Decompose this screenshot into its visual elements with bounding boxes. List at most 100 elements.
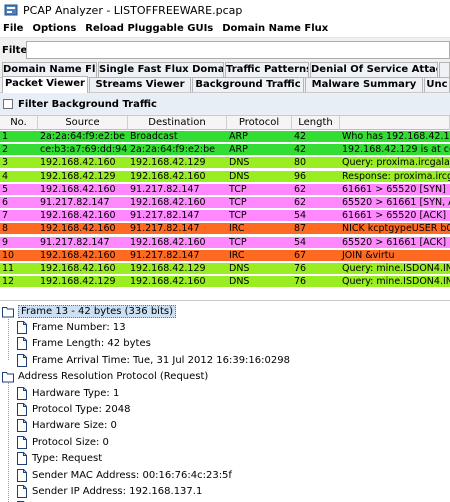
cell-info: Query: proxima.ircgalaxy.p <box>342 157 450 169</box>
table-row[interactable]: 6 91.217.82.147 192.168.42.160 TCP 62 65520 >… <box>0 197 450 209</box>
tree-leaf-node[interactable]: Hardware Size: 0 <box>16 418 117 434</box>
tab-unc[interactable]: Unc <box>424 77 450 92</box>
table-row[interactable]: 10 192.168.42.160 91.217.82.147 IRC 67 JOIN &… <box>0 249 450 262</box>
cell-source: 192.168.42.129 <box>40 276 116 288</box>
tree-leaf-node[interactable]: Protocol Type: 2048 <box>16 401 130 417</box>
cell-length: 76 <box>294 276 307 288</box>
filter-input[interactable] <box>26 41 450 59</box>
column-header-destination[interactable]: Destination <box>128 116 227 130</box>
table-row[interactable]: 2 ce:b3:a7:69:dd:94 2a:2a:64:f9:e2:be ARP 42… <box>0 144 450 157</box>
cell-length: 42 <box>294 131 307 142</box>
file-icon <box>16 468 28 482</box>
folder-icon <box>2 370 14 383</box>
cell-protocol: DNS <box>229 263 250 274</box>
cell-source: 192.168.42.160 <box>40 249 116 261</box>
cell-info: 192.168.42.129 is at ce:b3 <box>342 144 450 156</box>
cell-info: Query: mine.ISDON4.INF <box>342 276 450 288</box>
tree-leaf-node[interactable]: Frame Arrival Time: Tue, 31 Jul 2012 16:… <box>16 352 290 368</box>
cell-length: 76 <box>294 263 307 274</box>
column-header-no[interactable]: No. <box>0 116 38 130</box>
menu-bar: File Options Reload Pluggable GUIs Domai… <box>0 20 450 38</box>
cell-source: 192.168.42.160 <box>40 157 116 169</box>
column-header-length[interactable]: Length <box>292 116 340 130</box>
cell-source: 192.168.42.160 <box>40 223 116 235</box>
column-header-protocol[interactable]: Protocol <box>227 116 292 130</box>
cell-source: 192.168.42.160 <box>40 183 116 195</box>
table-row[interactable]: 9 91.217.82.147 192.168.42.160 TCP 54 65520 >… <box>0 236 450 249</box>
tree-node-label: Frame Number: 13 <box>32 321 126 333</box>
tree-connector-line <box>8 382 9 502</box>
tab-single-fast-flux-domains[interactable]: Single Fast Flux Domains <box>98 62 224 77</box>
file-icon <box>16 386 28 400</box>
table-row[interactable]: 3 192.168.42.160 192.168.42.129 DNS 80 Query:… <box>0 157 450 170</box>
background-filter-label[interactable]: Filter Background Traffic <box>18 99 157 110</box>
tree-node-label: Hardware Size: 0 <box>32 420 117 432</box>
table-row[interactable]: 4 192.168.42.129 192.168.42.160 DNS 96 Respon… <box>0 170 450 183</box>
background-filter-bar: Filter Background Traffic <box>0 94 450 114</box>
table-row[interactable]: 5 192.168.42.160 91.217.82.147 TCP 62 61661 >… <box>0 183 450 196</box>
file-icon <box>16 402 28 416</box>
menu-reload-pluggable-guis[interactable]: Reload Pluggable GUIs <box>82 23 219 34</box>
column-header-source[interactable]: Source <box>38 116 128 130</box>
table-row[interactable]: 8 192.168.42.160 91.217.82.147 IRC 87 NICK kc… <box>0 223 450 236</box>
tree-leaf-node[interactable]: Protocol Size: 0 <box>16 434 109 450</box>
checkbox-icon[interactable] <box>3 99 13 109</box>
cell-protocol: DNS <box>229 157 250 169</box>
cell-source: 2a:2a:64:f9:e2:be <box>40 131 125 142</box>
cell-protocol: IRC <box>229 249 245 261</box>
cell-no: 4 <box>2 170 9 182</box>
tab-packet-viewer[interactable]: Packet Viewer <box>2 76 88 93</box>
cell-length: 54 <box>294 210 307 222</box>
cell-protocol: DNS <box>229 276 250 288</box>
table-row[interactable]: 12 192.168.42.129 192.168.42.160 DNS 76 Query… <box>0 276 450 289</box>
tab-domain-name-flux[interactable]: Domain Name Flux <box>2 62 97 77</box>
cell-no: 1 <box>2 131 9 142</box>
tab-traffic-patterns[interactable]: Traffic Patterns <box>225 62 309 77</box>
column-header-info[interactable] <box>340 116 450 130</box>
cell-destination: 192.168.42.160 <box>130 170 206 182</box>
tab-denial-of-service-attacks[interactable]: Denial Of Service Attacks <box>310 62 438 77</box>
cell-protocol: ARP <box>229 131 248 142</box>
file-icon <box>16 337 28 351</box>
tab-streams-viewer[interactable]: Streams Viewer <box>89 77 191 92</box>
cell-info: JOIN &virtu <box>342 249 395 261</box>
tab-malware-summary[interactable]: Malware Summary <box>305 77 423 92</box>
tree-leaf-node[interactable]: Sender MAC Address: 00:16:76:4c:23:5f <box>16 467 232 483</box>
cell-protocol: IRC <box>229 223 245 235</box>
tree-node-label: Protocol Type: 2048 <box>32 403 131 415</box>
cell-destination: 91.217.82.147 <box>130 223 200 235</box>
cell-info: 65520 > 61661 [SYN, ACK <box>342 197 450 208</box>
cell-destination: 192.168.42.160 <box>130 276 206 288</box>
cell-info: 61661 > 65520 [ACK] <box>342 210 447 222</box>
tree-folder-node[interactable]: Frame 13 - 42 bytes (336 bits) <box>2 303 176 319</box>
table-row[interactable]: 1 2a:2a:64:f9:e2:be Broadcast ARP 42 Who has … <box>0 131 450 143</box>
file-icon <box>16 452 28 466</box>
tree-leaf-node[interactable]: Type: Request <box>16 451 102 467</box>
tree-leaf-node[interactable]: Hardware Type: 1 <box>16 385 119 401</box>
cell-length: 42 <box>294 144 307 156</box>
cell-destination: 192.168.42.129 <box>130 263 206 274</box>
cell-length: 87 <box>294 223 307 235</box>
tab-background-traffic[interactable]: Background Traffic <box>192 77 304 92</box>
tree-leaf-node[interactable]: Sender IP Address: 192.168.137.1 <box>16 483 202 499</box>
cell-no: 11 <box>2 263 15 274</box>
table-row[interactable]: 11 192.168.42.160 192.168.42.129 DNS 76 Query… <box>0 263 450 275</box>
cell-destination: 192.168.42.160 <box>130 236 206 248</box>
tree-node-label: Type: Request <box>32 453 103 465</box>
menu-domain-name-flux[interactable]: Domain Name Flux <box>219 23 334 34</box>
tree-folder-node[interactable]: Address Resolution Protocol (Request) <box>2 369 208 385</box>
cell-protocol: DNS <box>229 170 250 182</box>
file-icon <box>16 353 28 367</box>
menu-file[interactable]: File <box>0 23 29 34</box>
menu-options[interactable]: Options <box>29 23 82 34</box>
cell-info: 65520 > 61661 [ACK] <box>342 236 447 248</box>
tab-more[interactable] <box>439 62 450 77</box>
tree-leaf-node[interactable]: Frame Number: 13 <box>16 319 126 335</box>
cell-no: 3 <box>2 157 9 169</box>
table-row[interactable]: 7 192.168.42.160 91.217.82.147 TCP 54 61661 >… <box>0 210 450 223</box>
tree-leaf-node[interactable]: Frame Length: 42 bytes <box>16 336 151 352</box>
tree-node-label: Hardware Type: 1 <box>32 387 120 399</box>
cell-length: 62 <box>294 183 307 195</box>
cell-info: Who has 192.168.42.129 <box>342 131 450 142</box>
tree-node-label: Protocol Size: 0 <box>32 436 109 448</box>
